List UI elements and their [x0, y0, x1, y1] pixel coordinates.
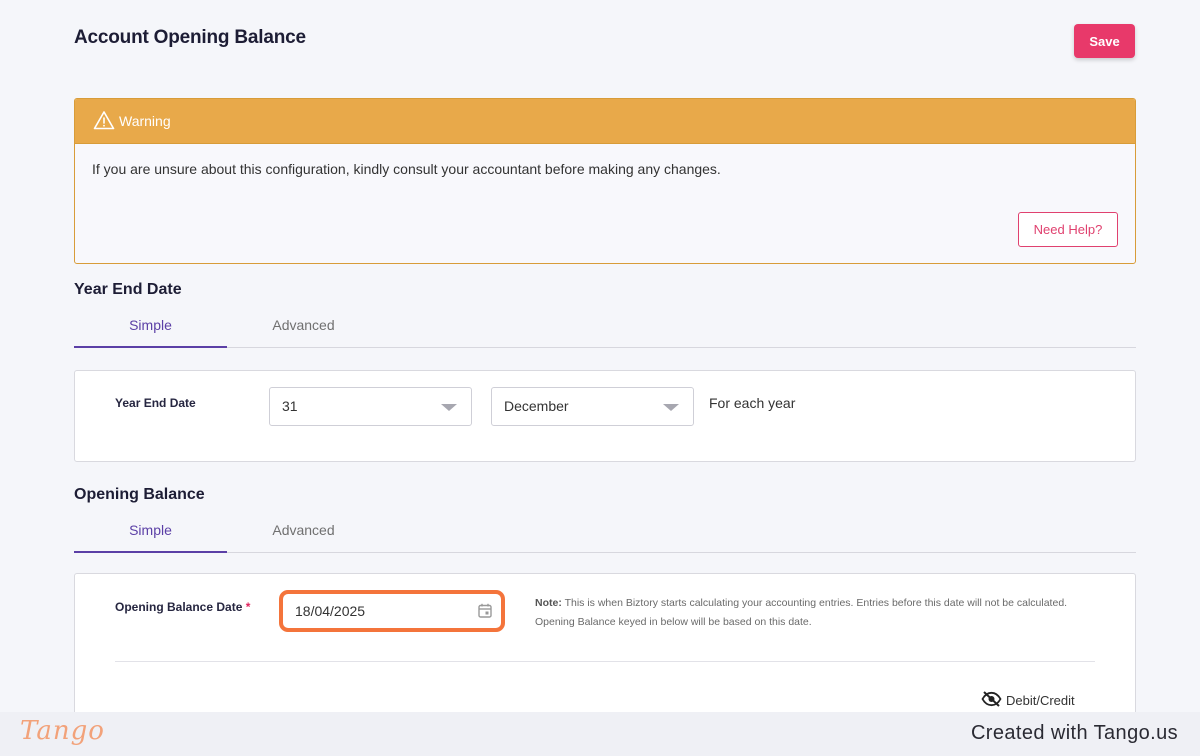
opening-balance-date-highlight — [279, 590, 505, 632]
year-end-section-title: Year End Date — [74, 281, 182, 298]
required-mark: * — [245, 600, 251, 614]
year-end-month-value: December — [504, 398, 569, 414]
note-text: This is when Biztory starts calculating … — [535, 597, 1068, 628]
year-end-day-value: 31 — [282, 398, 298, 414]
opening-balance-tabs: Simple Advanced — [74, 517, 1136, 553]
page-title: Account Opening Balance — [74, 27, 306, 48]
year-end-card: Year End Date 31 December For each year — [74, 370, 1136, 462]
eye-off-icon — [981, 691, 1006, 710]
year-end-date-label: Year End Date — [115, 396, 196, 410]
app-frame: Account Opening Balance Save Warning If … — [0, 0, 1200, 712]
divider — [115, 661, 1095, 662]
tab-opening-balance-advanced[interactable]: Advanced — [227, 517, 380, 553]
tango-logo: Tango — [20, 716, 105, 746]
debit-credit-toggle[interactable]: Debit/Credit — [981, 691, 1075, 710]
year-end-month-select[interactable]: December — [491, 387, 694, 426]
created-with-tango: Created with Tango.us — [970, 722, 1178, 744]
need-help-button[interactable]: Need Help? — [1018, 212, 1118, 247]
chevron-down-icon — [663, 404, 679, 411]
year-end-suffix: For each year — [709, 395, 796, 411]
warning-message: If you are unsure about this configurati… — [92, 161, 721, 177]
warning-triangle-icon — [93, 110, 119, 133]
opening-balance-date-label-text: Opening Balance Date — [115, 600, 243, 614]
note-label: Note: — [535, 597, 562, 609]
debit-credit-label: Debit/Credit — [1006, 693, 1075, 708]
year-end-day-select[interactable]: 31 — [269, 387, 472, 426]
tango-footer: Tango Created with Tango.us — [0, 712, 1200, 756]
warning-panel: Warning If you are unsure about this con… — [74, 98, 1136, 264]
warning-header: Warning — [75, 99, 1135, 144]
calendar-icon[interactable] — [478, 603, 492, 623]
save-button[interactable]: Save — [1074, 24, 1135, 58]
warning-title: Warning — [119, 113, 171, 129]
year-end-tabs: Simple Advanced — [74, 312, 1136, 348]
chevron-down-icon — [441, 404, 457, 411]
opening-balance-date-label: Opening Balance Date * — [115, 600, 250, 614]
opening-balance-date-input[interactable] — [283, 594, 501, 628]
tab-year-end-advanced[interactable]: Advanced — [227, 312, 380, 348]
tab-opening-balance-simple[interactable]: Simple — [74, 517, 227, 553]
opening-balance-section-title: Opening Balance — [74, 486, 205, 503]
opening-balance-card: Opening Balance Date * Note: This is whe… — [74, 573, 1136, 712]
tab-year-end-simple[interactable]: Simple — [74, 312, 227, 348]
opening-balance-note: Note: This is when Biztory starts calcul… — [535, 594, 1095, 632]
